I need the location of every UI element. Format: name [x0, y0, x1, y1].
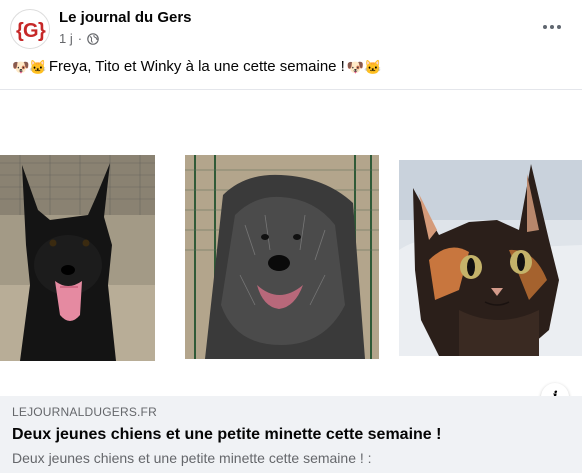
globe-icon[interactable]	[87, 32, 99, 45]
svg-text:}: }	[38, 20, 46, 42]
more-options-button[interactable]	[534, 12, 570, 42]
post-timestamp[interactable]: 1 j	[59, 31, 73, 46]
link-preview-card[interactable]: LEJOURNALDUGERS.FR Deux jeunes chiens et…	[0, 396, 582, 473]
pet-emojis-right: 🐶🐱	[346, 58, 382, 75]
link-domain: LEJOURNALDUGERS.FR	[12, 405, 157, 419]
black-dog-photo	[0, 155, 155, 361]
post-caption: 🐶🐱 Freya, Tito et Winky à la une cette s…	[12, 58, 382, 75]
facebook-post: { G } Le journal du Gers 1 j · 🐶🐱 Freya,…	[0, 0, 582, 473]
caption-text: Freya, Tito et Winky à la une cette sema…	[48, 58, 345, 75]
more-dot-icon	[543, 25, 547, 29]
link-preview-image[interactable]	[0, 90, 582, 396]
page-avatar[interactable]: { G }	[10, 9, 50, 49]
post-meta: 1 j ·	[59, 31, 99, 46]
more-dot-icon	[557, 25, 561, 29]
svg-text:G: G	[23, 20, 39, 42]
post-header: { G } Le journal du Gers 1 j ·	[0, 0, 582, 58]
more-dot-icon	[550, 25, 554, 29]
pet-emojis-left: 🐶🐱	[12, 58, 47, 75]
link-title[interactable]: Deux jeunes chiens et une petite minette…	[12, 426, 441, 444]
shaggy-grey-dog-photo	[185, 155, 379, 359]
tortoiseshell-kitten-photo	[399, 160, 582, 356]
page-name-link[interactable]: Le journal du Gers	[59, 9, 192, 26]
meta-separator: ·	[77, 31, 83, 46]
gers-logo-icon: { G }	[12, 11, 49, 48]
link-description: Deux jeunes chiens et une petite minette…	[12, 450, 372, 466]
